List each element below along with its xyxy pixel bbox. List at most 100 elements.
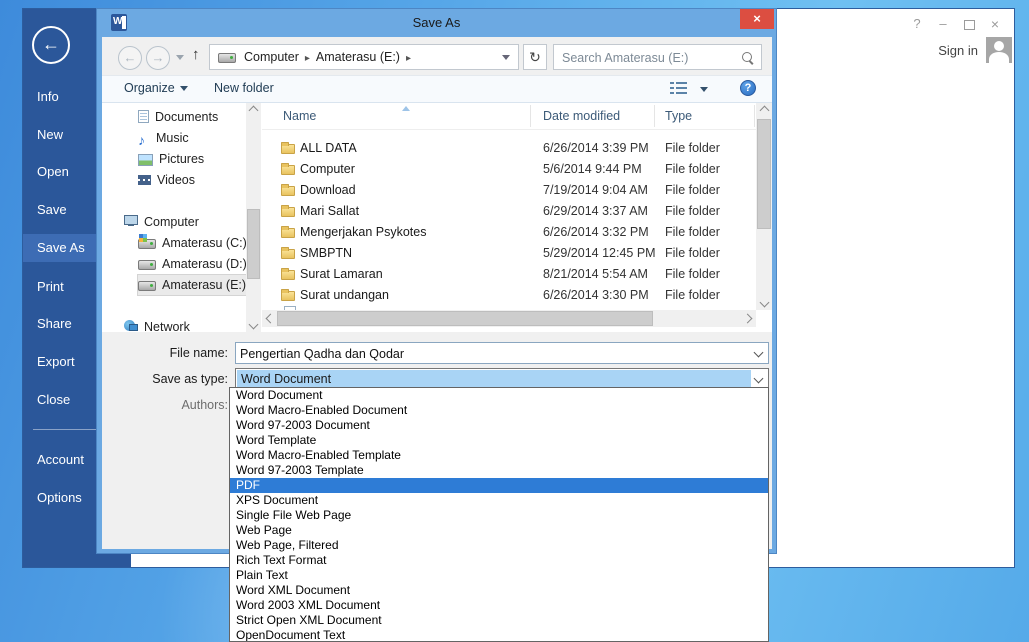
new-folder-button[interactable]: New folder: [214, 81, 274, 95]
search-input[interactable]: [560, 46, 734, 70]
column-header-date-modified[interactable]: Date modified: [543, 103, 620, 129]
nav-forward-button[interactable]: →: [146, 46, 170, 70]
column-separator[interactable]: [530, 105, 531, 127]
file-row-all-data[interactable]: ALL DATA 6/26/2014 3:39 PM File folder: [262, 138, 756, 159]
nav-item-label: Amaterasu (C:): [162, 236, 246, 250]
chevron-down-icon[interactable]: [753, 347, 764, 358]
file-type-option-word-2003-xml-document[interactable]: Word 2003 XML Document: [230, 598, 768, 613]
column-separator[interactable]: [654, 105, 655, 127]
file-type: File folder: [665, 162, 720, 176]
file-type-option-opendocument-text[interactable]: OpenDocument Text: [230, 628, 768, 641]
dialog-title: Save As: [412, 15, 461, 30]
help-icon[interactable]: ?: [740, 80, 756, 96]
column-header-name[interactable]: Name: [283, 103, 316, 129]
nav-item-documents[interactable]: Documents: [138, 107, 218, 127]
navpane-scrollbar[interactable]: [246, 103, 261, 332]
file-type-option-word-document[interactable]: Word Document: [230, 388, 768, 403]
file-type-option-strict-open-xml-document[interactable]: Strict Open XML Document: [230, 613, 768, 628]
nav-item-videos[interactable]: Videos: [138, 170, 195, 190]
scroll-up-icon[interactable]: [248, 105, 259, 116]
file-name: SMBPTN: [300, 246, 353, 260]
file-type-option-xps-document[interactable]: XPS Document: [230, 493, 768, 508]
file-row-surat-lamaran[interactable]: Surat Lamaran 8/21/2014 5:54 AM File folde…: [262, 264, 756, 285]
address-bar: ← → ↑ Computer ▸ Amaterasu (E:) ▸ ↻: [102, 41, 772, 73]
nav-item-computer[interactable]: Computer: [124, 212, 199, 232]
nav-item-pictures[interactable]: Pictures: [138, 149, 204, 169]
scroll-left-icon[interactable]: [265, 313, 276, 324]
window-minimize-button[interactable]: –: [934, 15, 952, 33]
recent-locations-dropdown-icon[interactable]: [176, 55, 184, 60]
user-avatar[interactable]: [986, 37, 1012, 63]
window-help-button[interactable]: ?: [908, 15, 926, 33]
scrollbar-thumb[interactable]: [247, 209, 260, 279]
file-type-option-word-macro-enabled-template[interactable]: Word Macro-Enabled Template: [230, 448, 768, 463]
folder-icon: [281, 268, 295, 280]
folder-icon: [281, 226, 295, 238]
nav-item-label: Videos: [157, 173, 195, 187]
nav-item-music[interactable]: Music: [138, 128, 189, 148]
file-type-option-word-template[interactable]: Word Template: [230, 433, 768, 448]
picture-icon: [138, 154, 153, 166]
breadcrumb-item-amaterasu-e[interactable]: Amaterasu (E:): [310, 45, 406, 69]
file-name: ALL DATA: [300, 141, 357, 155]
file-list-horizontal-scrollbar[interactable]: [262, 310, 756, 327]
file-list-vertical-scrollbar[interactable]: [756, 103, 772, 310]
file-type-option-web-page[interactable]: Web Page: [230, 523, 768, 538]
file-type-option-word-macro-enabled-document[interactable]: Word Macro-Enabled Document: [230, 403, 768, 418]
back-arrow-button[interactable]: ←: [32, 26, 70, 64]
file-type-option-word-97-2003-document[interactable]: Word 97-2003 Document: [230, 418, 768, 433]
window-maximize-button[interactable]: [960, 15, 978, 33]
column-header-type[interactable]: Type: [665, 103, 692, 129]
refresh-button[interactable]: ↻: [523, 44, 547, 70]
file-type-option-word-97-2003-template[interactable]: Word 97-2003 Template: [230, 463, 768, 478]
drive-icon: [138, 281, 156, 291]
file-type-option-plain-text[interactable]: Plain Text: [230, 568, 768, 583]
authors-label: Authors:: [181, 398, 228, 412]
chevron-down-icon[interactable]: [753, 373, 764, 384]
view-dropdown-icon[interactable]: [700, 87, 708, 92]
file-row-mari-sallat[interactable]: Mari Sallat 6/29/2014 3:37 AM File folder: [262, 201, 756, 222]
nav-item-network[interactable]: Network: [124, 317, 190, 332]
sign-in-link[interactable]: Sign in: [938, 43, 978, 58]
organize-button[interactable]: Organize: [124, 81, 188, 95]
change-view-button[interactable]: [670, 82, 688, 96]
file-row-download[interactable]: Download 7/19/2014 9:04 AM File folder: [262, 180, 756, 201]
dialog-close-button[interactable]: ×: [740, 9, 774, 29]
nav-item-amaterasu-c[interactable]: Amaterasu (C:): [138, 233, 246, 253]
scroll-down-icon[interactable]: [759, 297, 770, 308]
file-row-smbptn[interactable]: SMBPTN 5/29/2014 12:45 PM File folder: [262, 243, 756, 264]
file-row-mengerjakan-psykotes[interactable]: Mengerjakan Psykotes 6/26/2014 3:32 PM Fil…: [262, 222, 756, 243]
drive-system-icon: [138, 234, 156, 249]
file-type: File folder: [665, 141, 720, 155]
file-type: File folder: [665, 183, 720, 197]
file-type-option-rich-text-format[interactable]: Rich Text Format: [230, 553, 768, 568]
breadcrumb-dropdown-icon[interactable]: [502, 55, 510, 60]
file-type-option-pdf[interactable]: PDF: [230, 478, 768, 493]
nav-back-button[interactable]: ←: [118, 46, 142, 70]
file-name-input[interactable]: [238, 344, 742, 364]
up-one-level-button[interactable]: ↑: [192, 46, 200, 63]
nav-item-label: Pictures: [159, 152, 205, 166]
file-name-label: File name:: [169, 346, 228, 360]
nav-item-amaterasu-d[interactable]: Amaterasu (D:): [138, 254, 246, 274]
scrollbar-thumb[interactable]: [757, 119, 771, 229]
scroll-right-icon[interactable]: [742, 313, 753, 324]
file-type: File folder: [665, 246, 720, 260]
window-close-button[interactable]: ×: [986, 15, 1004, 33]
file-row-computer[interactable]: Computer 5/6/2014 9:44 PM File folder: [262, 159, 756, 180]
word-app-icon: [111, 14, 127, 31]
breadcrumb[interactable]: Computer ▸ Amaterasu (E:) ▸: [209, 44, 519, 70]
breadcrumb-item-computer[interactable]: Computer: [238, 45, 305, 69]
file-row-surat-undangan[interactable]: Surat undangan 6/26/2014 3:30 PM File fold…: [262, 285, 756, 306]
file-type-option-word-xml-document[interactable]: Word XML Document: [230, 583, 768, 598]
scroll-down-icon[interactable]: [248, 319, 259, 330]
scroll-up-icon[interactable]: [759, 105, 770, 116]
folder-icon: [281, 247, 295, 259]
nav-item-amaterasu-e[interactable]: Amaterasu (E:): [136, 274, 246, 296]
file-type-option-web-page-filtered[interactable]: Web Page, Filtered: [230, 538, 768, 553]
file-type-option-single-file-web-page[interactable]: Single File Web Page: [230, 508, 768, 523]
column-separator[interactable]: [754, 105, 755, 127]
scrollbar-thumb[interactable]: [277, 311, 653, 326]
file-date-modified: 7/19/2014 9:04 AM: [543, 183, 648, 197]
file-name: Download: [300, 183, 356, 197]
